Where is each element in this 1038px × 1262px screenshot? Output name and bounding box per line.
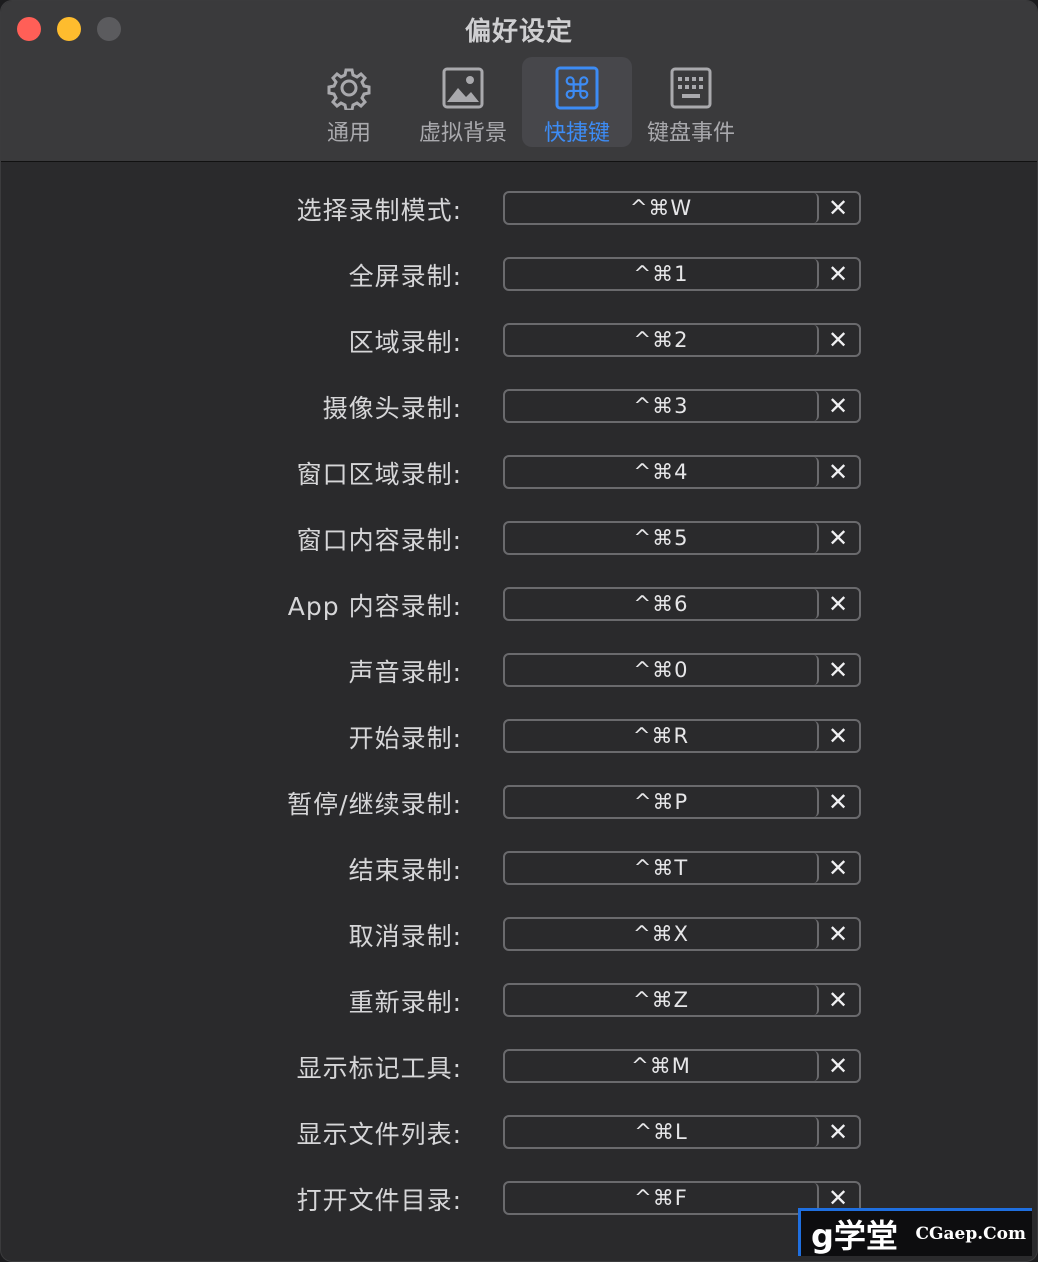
preferences-window: 偏好设定 通用 虚拟背景 ⌘ 快捷键 键盘事件 选择录制模式: ^⌘W ✕ 全屏… [0,0,1038,1262]
shortcut-label: 打开文件目录: [296,1186,462,1215]
clear-shortcut-button[interactable]: ✕ [817,325,859,355]
command-icon: ⌘ [554,65,600,111]
shortcut-row: App 内容录制: ^⌘6 ✕ [1,571,1037,637]
shortcut-label: 声音录制: [348,658,462,687]
shortcut-row: 结束录制: ^⌘T ✕ [1,835,1037,901]
shortcut-recorder[interactable]: ^⌘T ✕ [503,851,861,885]
shortcut-label: App 内容录制: [287,592,462,621]
image-icon [440,65,486,111]
shortcut-label: 全屏录制: [348,262,462,291]
shortcut-recorder[interactable]: ^⌘M ✕ [503,1049,861,1083]
shortcut-row: 摄像头录制: ^⌘3 ✕ [1,373,1037,439]
clear-shortcut-button[interactable]: ✕ [817,985,859,1015]
shortcut-row: 显示标记工具: ^⌘M ✕ [1,1033,1037,1099]
clear-shortcut-button[interactable]: ✕ [817,853,859,883]
shortcut-keys[interactable]: ^⌘T [505,853,819,883]
shortcut-keys[interactable]: ^⌘Z [505,985,819,1015]
shortcut-row: 取消录制: ^⌘X ✕ [1,901,1037,967]
shortcut-keys[interactable]: ^⌘3 [505,391,819,421]
shortcut-row: 选择录制模式: ^⌘W ✕ [1,175,1037,241]
shortcut-label: 取消录制: [348,922,462,951]
tab-shortcuts-label: 快捷键 [543,121,610,146]
shortcut-label: 选择录制模式: [296,196,462,225]
shortcut-keys[interactable]: ^⌘R [505,721,819,751]
shortcut-recorder[interactable]: ^⌘4 ✕ [503,455,861,489]
watermark-logo: g学堂 CGaep.Com [798,1208,1032,1256]
shortcut-recorder[interactable]: ^⌘3 ✕ [503,389,861,423]
shortcut-keys[interactable]: ^⌘P [505,787,819,817]
shortcut-row: 重新录制: ^⌘Z ✕ [1,967,1037,1033]
shortcut-label: 窗口内容录制: [296,526,462,555]
shortcut-recorder[interactable]: ^⌘2 ✕ [503,323,861,357]
clear-shortcut-button[interactable]: ✕ [817,259,859,289]
shortcut-recorder[interactable]: ^⌘P ✕ [503,785,861,819]
tab-shortcuts[interactable]: ⌘ 快捷键 [522,57,632,147]
shortcut-keys[interactable]: ^⌘F [505,1183,819,1213]
clear-shortcut-button[interactable]: ✕ [817,457,859,487]
shortcut-row: 暂停/继续录制: ^⌘P ✕ [1,769,1037,835]
shortcut-row: 显示文件列表: ^⌘L ✕ [1,1099,1037,1165]
shortcut-recorder[interactable]: ^⌘6 ✕ [503,587,861,621]
clear-shortcut-button[interactable]: ✕ [817,589,859,619]
shortcut-recorder[interactable]: ^⌘1 ✕ [503,257,861,291]
watermark-site: CGaep.Com [915,1223,1026,1244]
clear-shortcut-button[interactable]: ✕ [817,1051,859,1081]
shortcut-keys[interactable]: ^⌘1 [505,259,819,289]
shortcut-keys[interactable]: ^⌘5 [505,523,819,553]
keyboard-icon [668,65,714,111]
shortcut-label: 暂停/继续录制: [287,790,462,819]
shortcut-label: 窗口区域录制: [296,460,462,489]
shortcut-recorder[interactable]: ^⌘X ✕ [503,917,861,951]
tab-keyboard-events-label: 键盘事件 [646,121,735,146]
toolbar: 偏好设定 通用 虚拟背景 ⌘ 快捷键 键盘事件 [1,1,1037,162]
shortcut-row: 声音录制: ^⌘0 ✕ [1,637,1037,703]
shortcut-row: 开始录制: ^⌘R ✕ [1,703,1037,769]
clear-shortcut-button[interactable]: ✕ [817,523,859,553]
shortcut-recorder[interactable]: ^⌘Z ✕ [503,983,861,1017]
shortcut-recorder[interactable]: ^⌘5 ✕ [503,521,861,555]
shortcut-row: 窗口区域录制: ^⌘4 ✕ [1,439,1037,505]
shortcut-keys[interactable]: ^⌘2 [505,325,819,355]
shortcut-keys[interactable]: ^⌘X [505,919,819,949]
shortcut-label: 开始录制: [348,724,462,753]
shortcut-label: 显示文件列表: [296,1120,462,1149]
clear-shortcut-button[interactable]: ✕ [817,787,859,817]
shortcut-label: 显示标记工具: [296,1054,462,1083]
tab-virtual-background[interactable]: 虚拟背景 [408,57,518,147]
clear-shortcut-button[interactable]: ✕ [817,391,859,421]
clear-shortcut-button[interactable]: ✕ [817,193,859,223]
shortcut-recorder[interactable]: ^⌘0 ✕ [503,653,861,687]
tab-keyboard-events[interactable]: 键盘事件 [636,57,746,147]
gear-icon [326,65,372,111]
shortcut-keys[interactable]: ^⌘0 [505,655,819,685]
shortcut-keys[interactable]: ^⌘4 [505,457,819,487]
svg-text:⌘: ⌘ [562,72,592,107]
tab-general[interactable]: 通用 [294,57,404,147]
shortcut-keys[interactable]: ^⌘6 [505,589,819,619]
watermark-brand: g学堂 [811,1216,898,1255]
window-title: 偏好设定 [464,17,573,47]
shortcut-recorder[interactable]: ^⌘L ✕ [503,1115,861,1149]
clear-shortcut-button[interactable]: ✕ [817,1117,859,1147]
tab-virtual-background-label: 虚拟背景 [418,121,507,146]
shortcut-label: 结束录制: [348,856,462,885]
shortcut-row: 全屏录制: ^⌘1 ✕ [1,241,1037,307]
clear-shortcut-button[interactable]: ✕ [817,919,859,949]
clear-shortcut-button[interactable]: ✕ [817,721,859,751]
shortcut-row: 窗口内容录制: ^⌘5 ✕ [1,505,1037,571]
shortcut-keys[interactable]: ^⌘W [505,193,819,223]
shortcut-keys[interactable]: ^⌘M [505,1051,819,1081]
tab-general-label: 通用 [326,121,371,146]
clear-shortcut-button[interactable]: ✕ [817,655,859,685]
shortcut-label: 区域录制: [348,328,462,357]
shortcut-label: 摄像头录制: [322,394,462,423]
shortcut-recorder[interactable]: ^⌘R ✕ [503,719,861,753]
shortcut-row: 区域录制: ^⌘2 ✕ [1,307,1037,373]
shortcut-recorder[interactable]: ^⌘W ✕ [503,191,861,225]
shortcut-keys[interactable]: ^⌘L [505,1117,819,1147]
shortcut-label: 重新录制: [348,988,462,1017]
